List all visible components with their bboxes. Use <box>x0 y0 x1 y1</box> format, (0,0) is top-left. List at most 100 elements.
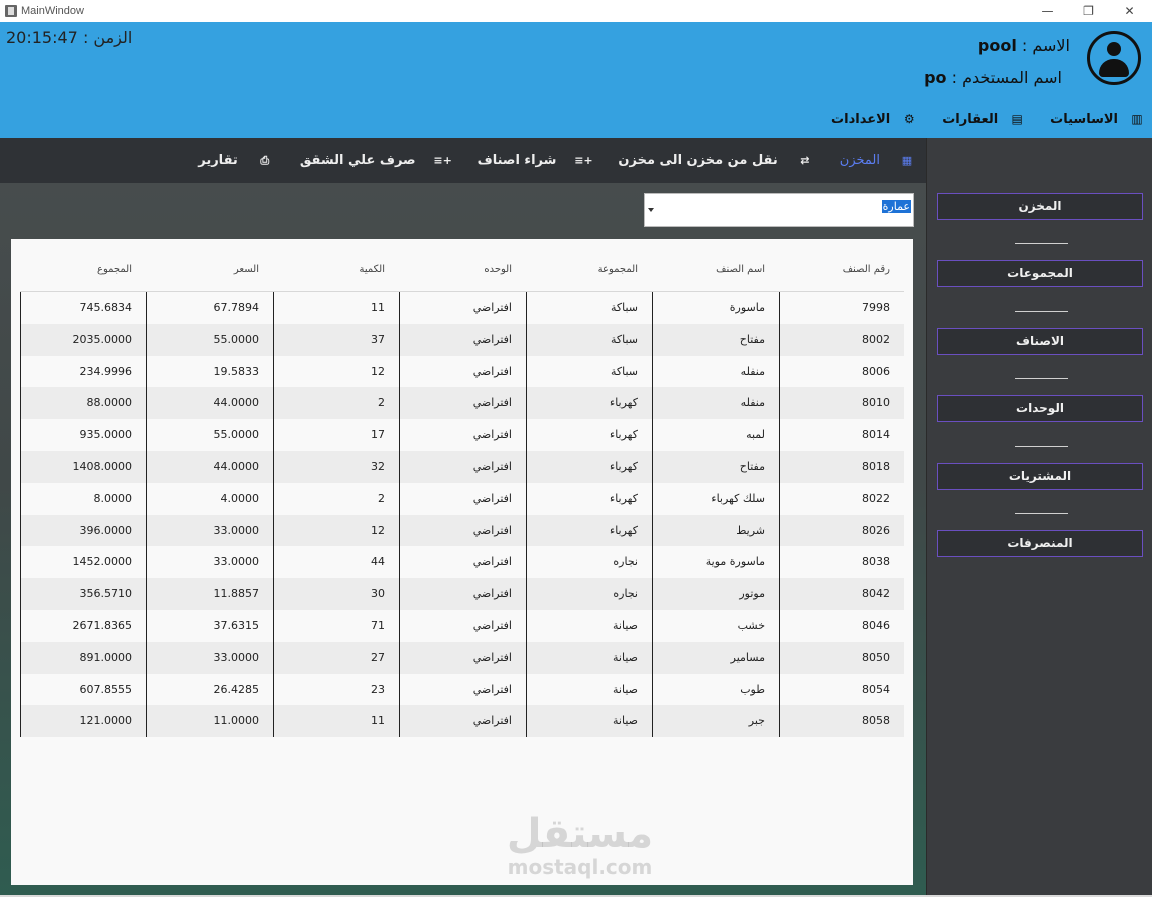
cell-group: سباكة <box>610 364 638 378</box>
cell-item-name: موتور <box>739 587 765 601</box>
cell-item-name: مفتاح <box>739 459 765 473</box>
cell-item-number: 8022 <box>862 491 890 505</box>
cell-price: 11.0000 <box>213 714 260 728</box>
cell-item-name: منفله <box>740 364 765 378</box>
cell-quantity: 23 <box>371 682 385 696</box>
cell-item-name: لمبه <box>746 428 765 442</box>
table-row[interactable]: 8018 مفتاح كهرباء افتراضي 32 44.0000 1408.0000 <box>20 450 904 483</box>
toolbar-spend[interactable]: ≡+ صرف علي الشقق <box>300 153 452 168</box>
close-button[interactable]: ✕ <box>1107 0 1152 22</box>
table-row[interactable]: 8014 لمبه كهرباء افتراضي 17 55.0000 935.0000 <box>20 419 904 451</box>
app-window-icon <box>5 5 17 17</box>
menu-item-settings[interactable]: ⚙ الاعدادات <box>831 112 916 127</box>
cell-group: صيانة <box>613 682 638 696</box>
header-total[interactable]: المجموع <box>20 259 146 291</box>
cell-total: 234.9996 <box>79 364 133 378</box>
column-divider <box>20 292 21 737</box>
table-row[interactable]: 8022 سلك كهرباء كهرباء افتراضي 2 4.0000 8.0000 <box>20 483 904 515</box>
cell-group: كهرباء <box>610 459 638 473</box>
table-row[interactable]: 8050 مسامير صيانة افتراضي 27 33.0000 891.0000 <box>20 641 904 674</box>
cell-group: كهرباء <box>610 396 638 410</box>
cell-total: 8.0000 <box>93 491 133 505</box>
cell-item-name: مفتاح <box>739 332 765 346</box>
chevron-down-icon[interactable] <box>648 208 654 212</box>
cell-unit: افتراضي <box>472 714 512 728</box>
sidebar-units-button[interactable]: الوحدات <box>937 395 1143 422</box>
cell-group: نجاره <box>613 555 638 569</box>
column-divider <box>652 292 653 737</box>
header-item-number[interactable]: رقم الصنف <box>779 259 904 291</box>
cell-item-name: طوب <box>740 682 765 696</box>
toolbar-transfer[interactable]: ⇄ نقل من مخزن الى مخزن <box>618 153 811 168</box>
header-unit[interactable]: الوحده <box>399 259 526 291</box>
sidebar-expenses-button[interactable]: المنصرفات <box>937 530 1143 557</box>
building-select[interactable]: عمارة <box>644 193 914 227</box>
cell-item-number: 8018 <box>862 459 890 473</box>
user-avatar-icon[interactable] <box>1087 31 1141 85</box>
table-row[interactable]: 8038 ماسورة موية نجاره افتراضي 44 33.0000 1452… <box>20 546 904 578</box>
cell-unit: افتراضي <box>472 301 512 314</box>
cell-quantity: 37 <box>371 332 385 346</box>
cell-quantity: 11 <box>371 301 385 314</box>
cell-unit: افتراضي <box>472 555 512 569</box>
table-row[interactable]: 8006 منفله سباكة افتراضي 12 19.5833 234.9996 <box>20 356 904 388</box>
clock-display: الزمن : 20:15:47 <box>6 28 133 47</box>
cell-unit: افتراضي <box>472 459 512 473</box>
cell-total: 745.6834 <box>79 301 133 314</box>
table-row[interactable]: 8054 طوب صيانة افتراضي 23 26.4285 607.8555 <box>20 674 904 706</box>
sidebar-items-button[interactable]: الاصناف <box>937 328 1143 355</box>
header-item-name[interactable]: اسم الصنف <box>652 259 779 291</box>
watermark: مستقل mostaql.com <box>505 812 655 878</box>
table-row[interactable]: 8058 جبر صيانة افتراضي 11 11.0000 121.0000 <box>20 705 904 738</box>
notebook-icon: ▤ <box>1011 112 1023 126</box>
cell-quantity: 30 <box>371 587 385 601</box>
toolbar-reports[interactable]: ⎙ تقارير <box>198 153 272 168</box>
header-price[interactable]: السعر <box>146 259 273 291</box>
cell-group: نجاره <box>613 587 638 601</box>
table-row[interactable]: 8002 مفتاح سباكة افتراضي 37 55.0000 2035.0000 <box>20 323 904 356</box>
toolbar-label: تقارير <box>198 153 238 168</box>
cell-item-number: 8038 <box>862 555 890 569</box>
table-row[interactable]: 8042 موتور نجاره افتراضي 30 11.8857 356.5710 <box>20 578 904 610</box>
toolbar-purchase[interactable]: ≡+ شراء اصناف <box>478 153 593 168</box>
cell-price: 33.0000 <box>213 555 260 569</box>
sidebar-purchases-button[interactable]: المشتريات <box>937 463 1143 490</box>
cell-price: 26.4285 <box>213 682 260 696</box>
header-group[interactable]: المجموعة <box>526 259 652 291</box>
table-row[interactable]: 8010 منفله كهرباء افتراضي 2 44.0000 88.0000 <box>20 387 904 420</box>
menu-item-label: الاساسيات <box>1050 111 1118 127</box>
gear-icon: ⚙ <box>903 112 915 126</box>
window-title: MainWindow <box>21 5 84 17</box>
table-row[interactable]: 8046 خشب صيانة افتراضي 71 37.6315 2671.8365 <box>20 610 904 642</box>
sidebar-divider <box>1015 446 1068 447</box>
cell-group: كهرباء <box>610 491 638 505</box>
cell-unit: افتراضي <box>472 523 512 537</box>
cell-group: صيانة <box>613 714 638 728</box>
menu-item-properties[interactable]: ▤ العقارات <box>942 112 1024 127</box>
toolbar-store[interactable]: ▦ المخزن <box>840 153 914 168</box>
header-quantity[interactable]: الكمية <box>273 259 399 291</box>
sidebar-divider <box>1015 243 1068 244</box>
cell-price: 37.6315 <box>213 618 260 632</box>
cell-item-name: ماسورة موية <box>705 555 765 569</box>
sidebar-groups-button[interactable]: المجموعات <box>937 260 1143 287</box>
user-login: اسم المستخدم : po <box>924 68 1062 87</box>
cell-price: 67.7894 <box>213 301 260 314</box>
restore-button[interactable]: ❐ <box>1066 0 1111 22</box>
swap-arrows-icon: ⇄ <box>800 154 810 167</box>
cell-total: 396.0000 <box>79 523 133 537</box>
cell-total: 935.0000 <box>79 428 133 442</box>
add-list-icon: ≡+ <box>433 154 452 167</box>
sidebar-divider <box>1015 513 1068 514</box>
table-row[interactable]: 8026 شريط كهرباء افتراضي 12 33.0000 396.0000 <box>20 514 904 547</box>
cell-item-number: 7998 <box>862 301 890 314</box>
minimize-button[interactable]: — <box>1025 0 1070 22</box>
cell-quantity: 2 <box>378 396 385 410</box>
main-content: ▦ المخزن ⇄ نقل من مخزن الى مخزن ≡+ شراء … <box>0 138 926 897</box>
cell-item-number: 8058 <box>862 714 890 728</box>
sidebar-store-button[interactable]: المخزن <box>937 193 1143 220</box>
cell-group: كهرباء <box>610 523 638 537</box>
menu-item-basics[interactable]: ▥ الاساسيات <box>1050 112 1144 127</box>
cell-total: 1408.0000 <box>72 459 133 473</box>
table-row[interactable]: 7998 ماسورة سباكة افتراضي 11 67.7894 745.6834 <box>20 292 904 324</box>
